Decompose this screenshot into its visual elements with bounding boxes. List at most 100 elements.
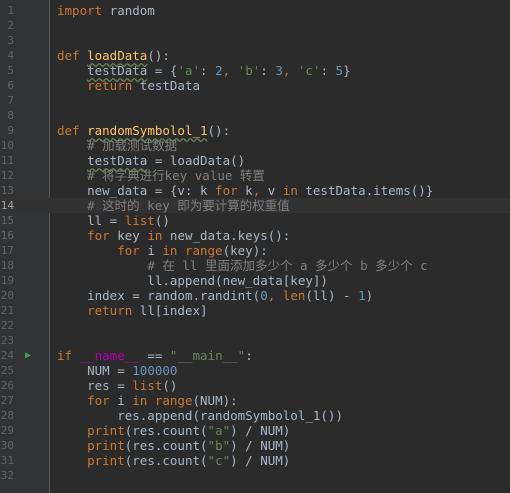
code-line[interactable]: 31 print(res.count("c") / NUM) xyxy=(0,453,510,468)
code-token: new_data = {v: k xyxy=(57,183,216,198)
code-token: print xyxy=(87,423,125,438)
code-text: print(res.count("b") / NUM) xyxy=(57,438,290,453)
code-token: , xyxy=(222,63,238,78)
code-line[interactable]: 16 for key in new_data.keys(): xyxy=(0,228,510,243)
code-line[interactable]: 23 xyxy=(0,333,510,348)
line-number: 32 xyxy=(0,469,14,482)
code-token: res = xyxy=(57,378,133,393)
code-token: for xyxy=(87,228,110,243)
code-token: __name__ xyxy=(79,348,140,363)
code-line[interactable]: 6 return testData xyxy=(0,78,510,93)
code-token: 5 xyxy=(335,63,344,78)
code-text: index = random.randint(0, len(ll) - 1) xyxy=(57,288,373,303)
code-token: = { xyxy=(147,63,178,78)
code-line[interactable]: 19 ll.append(new_data[key]) xyxy=(0,273,510,288)
code-token: "__main__" xyxy=(169,348,246,363)
code-token: = loadData() xyxy=(147,153,246,168)
code-text: print(res.count("c") / NUM) xyxy=(57,453,290,468)
code-token: i xyxy=(139,243,163,258)
code-line[interactable]: 11 testData = loadData() xyxy=(0,153,510,168)
code-line[interactable]: 22 xyxy=(0,318,510,333)
code-line[interactable]: 26 res = list() xyxy=(0,378,510,393)
code-line[interactable]: 15 ll = list() xyxy=(0,213,510,228)
code-token: key xyxy=(109,228,148,243)
line-number: 4 xyxy=(7,49,14,62)
code-token: range xyxy=(184,243,223,258)
code-token: (key): xyxy=(222,243,268,258)
code-line[interactable]: 24 ▶ if __name__ == "__main__": xyxy=(0,348,510,363)
line-number: 7 xyxy=(7,94,14,107)
line-number: 12 xyxy=(0,169,14,182)
code-line[interactable]: 32 xyxy=(0,468,510,483)
code-line[interactable]: 17 for i in range(key): xyxy=(0,243,510,258)
code-line[interactable]: 12 # 将字典进行key value 转置 xyxy=(0,168,510,183)
line-number: 10 xyxy=(0,139,14,152)
code-token: def xyxy=(57,123,88,138)
code-line[interactable]: 8 xyxy=(0,108,510,123)
code-token: # 在 ll 里面添加多少个 a 多少个 b 多少个 c xyxy=(147,258,428,273)
code-line[interactable]: 20 index = random.randint(0, len(ll) - 1… xyxy=(0,288,510,303)
code-token: def xyxy=(57,48,88,63)
code-token: res.append(randomSymbolol_1()) xyxy=(57,408,343,423)
line-number: 14 xyxy=(0,199,14,212)
code-line[interactable]: 9 def randomSymbolol_1(): xyxy=(0,123,510,138)
code-token: ll.append(new_data[key]) xyxy=(57,273,328,288)
code-token: testData xyxy=(132,78,200,93)
run-icon[interactable]: ▶ xyxy=(25,350,31,361)
code-line[interactable]: 14 # 这时的 key 即为要计算的权重值 xyxy=(0,198,510,213)
code-token: loadData xyxy=(87,48,148,63)
code-token: () xyxy=(162,378,178,393)
code-token: randomSymbolol_1 xyxy=(87,123,208,138)
code-token: () xyxy=(154,213,170,228)
code-line[interactable]: 30 print(res.count("b") / NUM) xyxy=(0,438,510,453)
line-number: 29 xyxy=(0,424,14,437)
code-line[interactable]: 7 xyxy=(0,93,510,108)
code-line[interactable]: 3 xyxy=(0,33,510,48)
code-line[interactable]: 21 return ll[index] xyxy=(0,303,510,318)
code-token: : xyxy=(245,348,253,363)
line-number: 23 xyxy=(0,334,14,347)
line-number: 18 xyxy=(0,259,14,272)
code-line[interactable]: 29 print(res.count("a") / NUM) xyxy=(0,423,510,438)
code-token: : xyxy=(200,63,216,78)
line-number: 28 xyxy=(0,409,14,422)
code-line[interactable]: 4 def loadData(): xyxy=(0,48,510,63)
code-line[interactable]: 25 NUM = 100000 xyxy=(0,363,510,378)
code-token: len xyxy=(282,288,306,303)
code-token: print xyxy=(87,453,125,468)
code-token: 3 xyxy=(275,63,283,78)
line-number: 9 xyxy=(7,124,14,137)
code-line[interactable]: 2 xyxy=(0,18,510,33)
code-token: for xyxy=(87,393,110,408)
code-line[interactable]: 27 for i in range(NUM): xyxy=(0,393,510,408)
code-editor[interactable]: 1 import random 2 3 4 def loadData(): 5 testDa… xyxy=(0,0,510,493)
code-line[interactable]: 28 res.append(randomSymbolol_1()) xyxy=(0,408,510,423)
code-token: (ll) - xyxy=(305,288,359,303)
code-text: for i in range(key): xyxy=(57,243,268,258)
code-line[interactable]: 13 new_data = {v: k for k, v in testData… xyxy=(0,183,510,198)
code-line[interactable]: 10 # 加载测试数据 xyxy=(0,138,510,153)
code-token: # 将字典进行key value 转置 xyxy=(87,168,265,183)
code-line[interactable]: 18 # 在 ll 里面添加多少个 a 多少个 b 多少个 c xyxy=(0,258,510,273)
line-number: 19 xyxy=(0,274,14,287)
code-line[interactable]: 1 import random xyxy=(0,3,510,18)
code-token: NUM = xyxy=(57,363,133,378)
code-line[interactable]: 5 testData = {'a': 2, 'b': 3, 'c': 5} xyxy=(0,63,510,78)
code-token: # 这时的 key 即为要计算的权重值 xyxy=(87,198,290,213)
line-number: 11 xyxy=(0,154,14,167)
code-token: "a" xyxy=(207,423,231,438)
code-text: new_data = {v: k for k, v in testData.it… xyxy=(57,183,433,198)
code-text: ll = list() xyxy=(57,213,170,228)
code-text: import random xyxy=(57,3,155,18)
code-token: "b" xyxy=(207,438,231,453)
code-token: index = random.randint( xyxy=(57,288,261,303)
code-token: for xyxy=(117,243,140,258)
